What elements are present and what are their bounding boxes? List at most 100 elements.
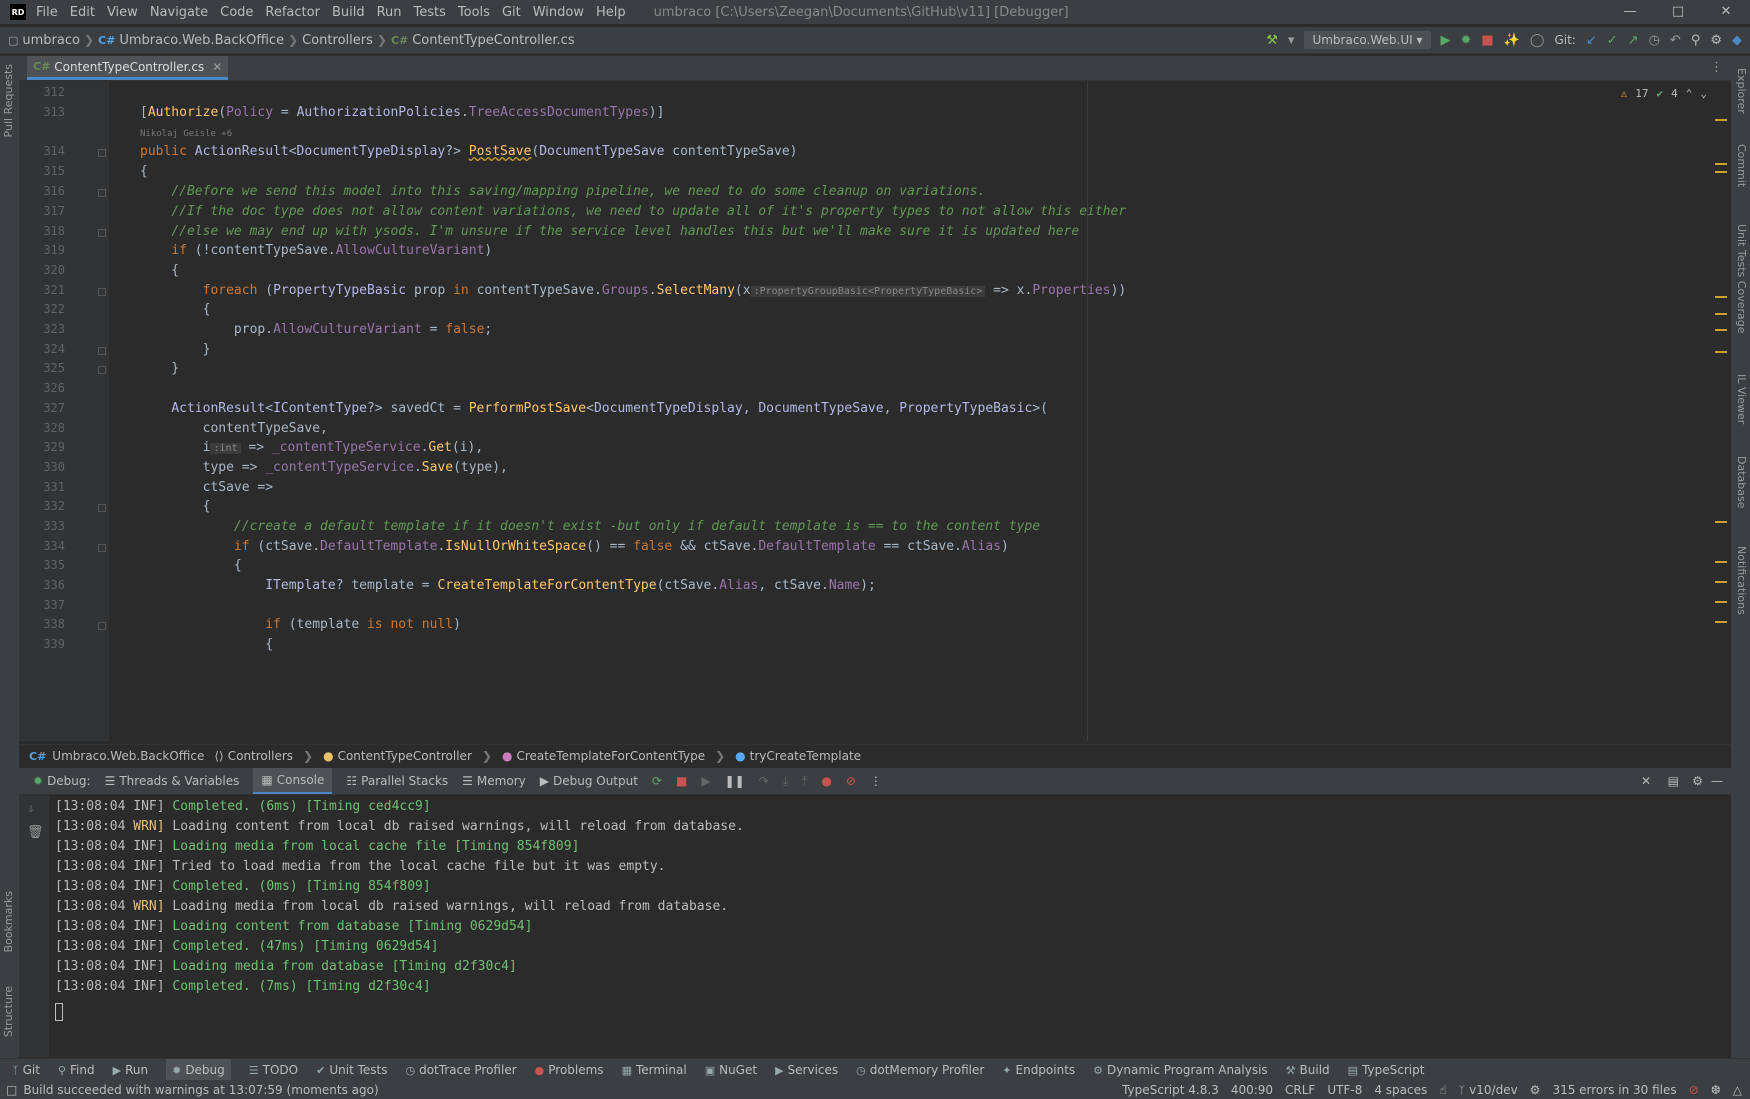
author-hint[interactable]: Nikolaj Geisle +6 xyxy=(140,129,232,139)
tab-console[interactable]: ▦ Console xyxy=(253,768,333,794)
scroll-end-icon[interactable]: ⇓ xyxy=(27,801,35,816)
tool-dpa[interactable]: ⚙ Dynamic Program Analysis xyxy=(1093,1063,1268,1077)
close-tab-icon[interactable]: ✕ xyxy=(212,60,222,74)
stop-icon[interactable]: ■ xyxy=(1481,33,1493,48)
menu-git[interactable]: Git xyxy=(502,5,521,20)
error-stripe-mark[interactable] xyxy=(1715,296,1727,298)
fold-marker-icon[interactable] xyxy=(98,504,106,512)
tool-unit-tests[interactable]: ✔ Unit Tests xyxy=(316,1063,387,1077)
gear-icon[interactable]: ⚙ xyxy=(1710,33,1722,48)
error-stripe-mark[interactable] xyxy=(1715,601,1727,603)
run-configuration-select[interactable]: Umbraco.Web.UI ▾ xyxy=(1304,31,1431,49)
tool-dottrace[interactable]: ◷ dotTrace Profiler xyxy=(405,1063,516,1077)
menu-help[interactable]: Help xyxy=(596,5,626,20)
error-count[interactable]: 315 errors in 30 files xyxy=(1552,1083,1676,1097)
stop-icon[interactable]: ■ xyxy=(676,774,687,788)
structure-tool[interactable]: Structure xyxy=(2,986,15,1037)
crumb-file[interactable]: ContentTypeController.cs xyxy=(412,33,574,48)
menu-tests[interactable]: Tests xyxy=(414,5,446,20)
plugin-icon[interactable]: ◆ xyxy=(1732,33,1742,48)
crumb-namespace[interactable]: Controllers xyxy=(228,749,293,763)
error-stripe-mark[interactable] xyxy=(1715,119,1727,121)
error-stripe-mark[interactable] xyxy=(1715,329,1727,331)
debug-console[interactable]: ⇓ 🗑 [13:08:04 INF] Completed. (6ms) [Tim… xyxy=(19,795,1731,1057)
menu-file[interactable]: File xyxy=(36,5,58,20)
tab-memory[interactable]: ☰ Memory xyxy=(462,774,526,788)
error-stripe-mark[interactable] xyxy=(1715,581,1727,583)
search-icon[interactable]: ⚲ xyxy=(1691,33,1701,48)
status-box-icon[interactable]: □ xyxy=(6,1083,17,1097)
caret-position[interactable]: 400:90 xyxy=(1231,1083,1273,1097)
minimize-icon[interactable]: — xyxy=(1606,0,1654,24)
fold-marker-icon[interactable] xyxy=(98,622,106,630)
layout-icon[interactable]: ▤ xyxy=(1668,774,1679,788)
notifications-tool[interactable]: Notifications xyxy=(1735,546,1748,615)
typescript-version[interactable]: TypeScript 4.8.3 xyxy=(1122,1083,1219,1097)
run-icon[interactable]: ▶ xyxy=(1441,33,1451,48)
tool-services[interactable]: ▶ Services xyxy=(775,1063,838,1077)
tool-todo[interactable]: ☰ TODO xyxy=(249,1063,298,1077)
error-stripe-mark[interactable] xyxy=(1715,561,1727,563)
error-stripe-mark[interactable] xyxy=(1715,163,1727,165)
lock-icon[interactable]: ☝ xyxy=(1439,1083,1446,1097)
close-icon[interactable]: ✕ xyxy=(1641,774,1651,788)
debug-icon[interactable]: ✹ xyxy=(1461,33,1472,48)
git-commit-icon[interactable]: ✓ xyxy=(1607,33,1618,48)
tool-problems[interactable]: ● Problems xyxy=(535,1063,604,1077)
error-stripe-mark[interactable] xyxy=(1715,171,1727,173)
error-stripe-mark[interactable] xyxy=(1715,621,1727,623)
fold-marker-icon[interactable] xyxy=(98,149,106,157)
tab-parallel-stacks[interactable]: ☷ Parallel Stacks xyxy=(346,774,448,788)
error-stripe-mark[interactable] xyxy=(1715,521,1727,523)
file-encoding[interactable]: UTF-8 xyxy=(1327,1083,1362,1097)
code-editor[interactable]: ⚠ 17 ✔ 4 ⌃ ⌄ 312 313 314 315 316 317 318… xyxy=(19,81,1731,741)
pull-requests-tool[interactable]: Pull Requests xyxy=(2,64,15,137)
tool-build[interactable]: ⚒ Build xyxy=(1286,1063,1330,1077)
indent-setting[interactable]: 4 spaces xyxy=(1374,1083,1427,1097)
hammer-icon[interactable]: ⚒ xyxy=(1266,33,1278,48)
error-stripe-mark[interactable] xyxy=(1715,351,1727,353)
breakpoints-icon[interactable]: ● xyxy=(821,774,831,788)
fold-marker-icon[interactable] xyxy=(98,229,106,237)
more-vertical-icon[interactable]: ⋮ xyxy=(870,774,882,788)
mute-breakpoints-icon[interactable]: ⊘ xyxy=(846,774,856,788)
step-out-icon[interactable]: ⤒ xyxy=(802,774,807,789)
tool-terminal[interactable]: ▦ Terminal xyxy=(622,1063,687,1077)
tool-dotmemory[interactable]: ◷ dotMemory Profiler xyxy=(856,1063,984,1077)
warning-triangle-icon[interactable]: △ xyxy=(1733,1083,1742,1097)
step-over-icon[interactable]: ↷ xyxy=(759,774,769,788)
pause-icon[interactable]: ❚❚ xyxy=(725,774,745,788)
minimize-panel-icon[interactable]: — xyxy=(1711,774,1723,788)
menu-window[interactable]: Window xyxy=(533,5,584,20)
crumb-method[interactable]: CreateTemplateForContentType xyxy=(516,749,705,763)
menu-refactor[interactable]: Refactor xyxy=(265,5,320,20)
fold-marker-icon[interactable] xyxy=(98,189,106,197)
fold-marker-icon[interactable] xyxy=(98,544,106,552)
menu-edit[interactable]: Edit xyxy=(70,5,95,20)
il-viewer-tool[interactable]: IL Viewer xyxy=(1735,374,1748,424)
tool-git[interactable]: ᛉ Git xyxy=(12,1063,40,1077)
crumb-folder[interactable]: Controllers xyxy=(302,33,373,48)
fold-marker-icon[interactable] xyxy=(98,347,106,355)
tab-contenttypecontroller[interactable]: C# ContentTypeController.cs ✕ xyxy=(27,56,229,80)
tool-endpoints[interactable]: ✦ Endpoints xyxy=(1002,1063,1075,1077)
power-save-icon[interactable]: ❆ xyxy=(1711,1083,1721,1097)
close-window-icon[interactable]: ✕ xyxy=(1702,0,1750,24)
menu-code[interactable]: Code xyxy=(220,5,253,20)
database-tool[interactable]: Database xyxy=(1735,456,1748,509)
status-message[interactable]: Build succeeded with warnings at 13:07:5… xyxy=(23,1083,378,1097)
menu-navigate[interactable]: Navigate xyxy=(150,5,208,20)
menu-run[interactable]: Run xyxy=(377,5,402,20)
commit-tool[interactable]: Commit xyxy=(1735,144,1748,187)
error-stop-icon[interactable]: ⊘ xyxy=(1689,1083,1699,1097)
menu-view[interactable]: View xyxy=(107,5,138,20)
tool-debug[interactable]: ✹ Debug xyxy=(166,1059,231,1081)
rollback-icon[interactable]: ↶ xyxy=(1670,33,1681,48)
tool-typescript[interactable]: ▤ TypeScript xyxy=(1348,1063,1425,1077)
step-into-icon[interactable]: ⤓ xyxy=(783,774,788,789)
coverage-icon[interactable]: ◯ xyxy=(1530,33,1545,48)
inspection-icon[interactable]: ⚙ xyxy=(1530,1083,1541,1097)
menu-build[interactable]: Build xyxy=(332,5,365,20)
tool-nuget[interactable]: ▣ NuGet xyxy=(705,1063,757,1077)
tab-debug-output[interactable]: ▶ Debug Output xyxy=(540,774,638,788)
